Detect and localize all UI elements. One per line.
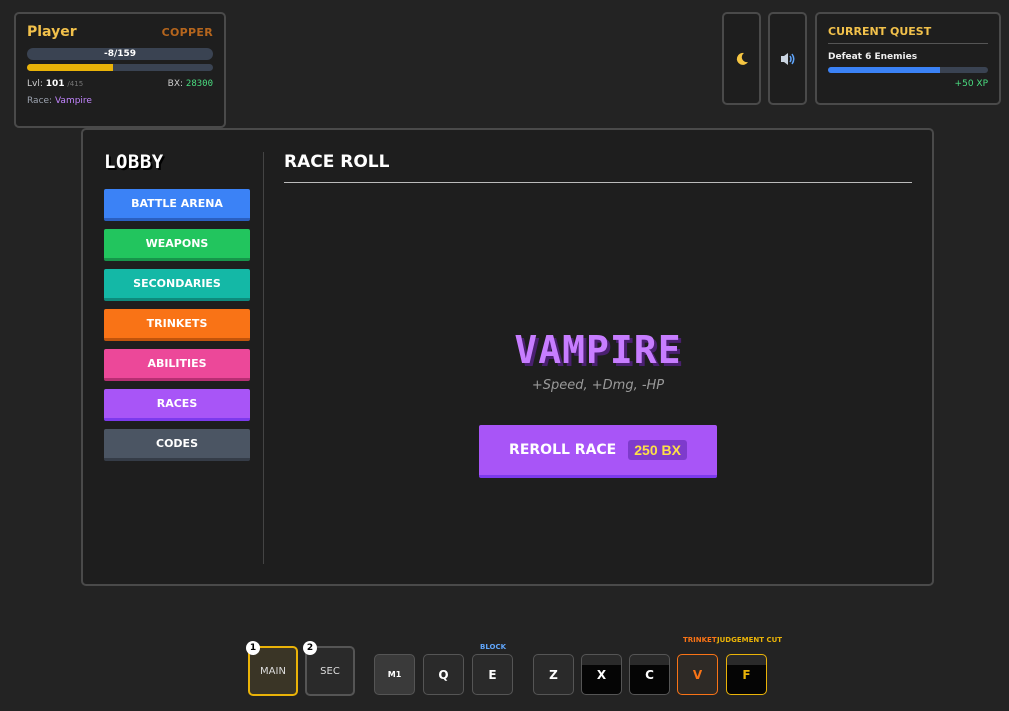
quest-reward: +50 XP xyxy=(954,79,988,89)
xp-bar: -8/159 xyxy=(27,48,213,60)
level-progress-fill xyxy=(27,64,113,71)
ability-key-c[interactable]: C xyxy=(629,654,670,695)
speaker-icon xyxy=(780,52,794,65)
reroll-cost: 250 BX xyxy=(628,440,687,460)
weapon-slot-sec[interactable]: 2 SEC xyxy=(303,641,355,696)
player-name: Player xyxy=(27,24,77,40)
weapon-slot-main[interactable]: 1 MAIN xyxy=(246,641,298,696)
lobby-panel: LOBBY BATTLE ARENA WEAPONS SECONDARIES TRIN… xyxy=(81,128,934,586)
weapon-slot-label: MAIN xyxy=(260,665,286,677)
nav-races-button[interactable]: RACES xyxy=(104,389,250,421)
ability-tag-judgement-cut: JUDGEMENT CUT xyxy=(717,636,783,644)
quest-title: CURRENT QUEST xyxy=(828,25,988,44)
race-label: Race: xyxy=(27,96,53,106)
moon-icon xyxy=(736,52,748,65)
race-name: VAMPIRE xyxy=(514,328,682,372)
reroll-race-button[interactable]: REROLL RACE 250 BX xyxy=(479,425,717,478)
lobby-nav: BATTLE ARENA WEAPONS SECONDARIES TRINKETS AB… xyxy=(104,189,252,461)
level-value: 101 xyxy=(45,79,65,89)
sound-toggle-button[interactable] xyxy=(768,12,807,105)
ability-key-q[interactable]: Q xyxy=(423,654,464,695)
weapon-slot-label: SEC xyxy=(320,665,340,677)
ability-key-x[interactable]: X xyxy=(581,654,622,695)
xp-text: -8/159 xyxy=(103,49,137,59)
nav-trinkets-button[interactable]: TRINKETS xyxy=(104,309,250,341)
player-rank: COPPER xyxy=(161,25,213,39)
bx-label: BX: xyxy=(167,79,184,89)
nav-codes-button[interactable]: CODES xyxy=(104,429,250,461)
ability-key-e[interactable]: E xyxy=(472,654,513,695)
quest-progress-bar xyxy=(828,67,988,73)
section-title: RACE ROLL xyxy=(284,152,912,183)
level-label: Lvl: xyxy=(27,79,43,89)
ability-key-f[interactable]: F xyxy=(726,654,767,695)
ability-tag-trinket: TRINKET xyxy=(683,636,717,644)
nav-battle-arena-button[interactable]: BATTLE ARENA xyxy=(104,189,250,221)
ability-key-z[interactable]: Z xyxy=(533,654,574,695)
bx-stat: BX: 28300 xyxy=(168,79,213,89)
ability-tag-block: BLOCK xyxy=(480,643,507,651)
level-stat: Lvl: 101 /415 xyxy=(27,79,83,89)
theme-toggle-button[interactable] xyxy=(722,12,761,105)
ability-key-m1[interactable]: M1 xyxy=(374,654,415,695)
sidebar-divider xyxy=(263,152,264,564)
reroll-label: REROLL RACE xyxy=(509,442,617,458)
quest-text: Defeat 6 Enemies xyxy=(828,52,918,62)
race-roll-section: RACE ROLL VAMPIRE +Speed, +Dmg, -HP RERO… xyxy=(284,152,912,564)
race-value: Vampire xyxy=(54,96,92,106)
nav-secondaries-button[interactable]: SECONDARIES xyxy=(104,269,250,301)
race-description: +Speed, +Dmg, -HP xyxy=(531,378,665,393)
bx-value: 28300 xyxy=(185,79,213,89)
level-max: /415 xyxy=(67,80,84,88)
quest-progress-fill xyxy=(828,67,940,73)
slot-number-badge: 2 xyxy=(303,641,317,655)
nav-weapons-button[interactable]: WEAPONS xyxy=(104,229,250,261)
nav-abilities-button[interactable]: ABILITIES xyxy=(104,349,250,381)
level-progress-bar xyxy=(27,64,213,71)
player-card: Player COPPER -8/159 Lvl: 101 /415 BX: 2… xyxy=(14,12,226,128)
quest-card: CURRENT QUEST Defeat 6 Enemies +50 XP xyxy=(815,12,1001,105)
lobby-title: LOBBY xyxy=(104,151,164,173)
ability-key-v[interactable]: V xyxy=(677,654,718,695)
player-race: Race: Vampire xyxy=(27,96,213,106)
lobby-sidebar: LOBBY BATTLE ARENA WEAPONS SECONDARIES TRIN… xyxy=(104,152,252,469)
slot-number-badge: 1 xyxy=(246,641,260,655)
